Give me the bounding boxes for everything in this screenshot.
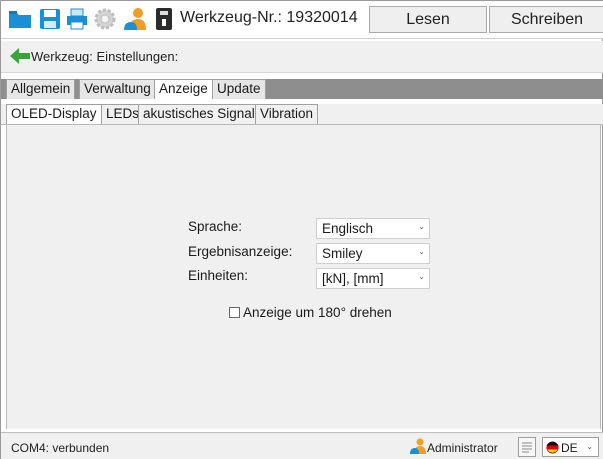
user-name[interactable]: Administrator bbox=[427, 441, 498, 455]
units-value: [kN], [mm] bbox=[322, 271, 384, 286]
result-display-value: Smiley bbox=[322, 246, 363, 261]
tab-update[interactable]: Update bbox=[212, 79, 266, 99]
user-icon[interactable] bbox=[122, 6, 148, 32]
units-select[interactable]: [kN], [mm] ⌄ bbox=[316, 268, 430, 289]
connection-status: COM4: verbunden bbox=[11, 441, 110, 455]
read-button[interactable]: Lesen bbox=[369, 6, 487, 33]
tab-oled-display[interactable]: OLED-Display bbox=[6, 104, 102, 124]
language-label: Sprache: bbox=[188, 219, 243, 234]
language-code: DE bbox=[561, 441, 578, 455]
rotate-display-checkbox[interactable] bbox=[229, 307, 240, 318]
notes-icon[interactable] bbox=[518, 437, 536, 457]
sub-tab-strip: OLED-Display LEDs akustisches Signal Vib… bbox=[1, 104, 603, 125]
main-tab-strip: Allgemein Verwaltung Anzeige Update bbox=[1, 79, 603, 99]
tab-vibration[interactable]: Vibration bbox=[255, 104, 319, 124]
tab-anzeige[interactable]: Anzeige bbox=[154, 79, 213, 99]
usb-device-icon[interactable] bbox=[151, 6, 177, 32]
chevron-down-icon: ⌄ bbox=[418, 247, 425, 256]
print-icon[interactable] bbox=[64, 6, 90, 32]
save-icon[interactable] bbox=[37, 6, 63, 32]
toolbar: Werkzeug-Nr.: 19320014 Lesen Schreiben bbox=[1, 1, 603, 39]
tool-number-label: Werkzeug-Nr.: 19320014 bbox=[180, 9, 358, 26]
breadcrumb: Werkzeug: Einstellungen: bbox=[1, 41, 603, 73]
back-arrow-icon[interactable] bbox=[9, 46, 31, 66]
chevron-down-icon: ⌄ bbox=[586, 442, 593, 451]
tab-allgemein[interactable]: Allgemein bbox=[6, 79, 76, 99]
app-window: Werkzeug-Nr.: 19320014 Lesen Schreiben W… bbox=[0, 0, 603, 459]
language-dropdown[interactable]: DE ⌄ bbox=[542, 437, 599, 457]
breadcrumb-title: Werkzeug: Einstellungen: bbox=[31, 49, 179, 64]
chevron-down-icon: ⌄ bbox=[418, 222, 425, 231]
units-label: Einheiten: bbox=[188, 268, 249, 283]
rotate-display-label[interactable]: Anzeige um 180° drehen bbox=[243, 305, 392, 320]
result-display-label: Ergebnisanzeige: bbox=[188, 244, 293, 259]
tab-verwaltung[interactable]: Verwaltung bbox=[79, 79, 156, 99]
result-display-select[interactable]: Smiley ⌄ bbox=[316, 243, 430, 264]
chevron-down-icon: ⌄ bbox=[418, 272, 425, 281]
user-icon bbox=[409, 438, 427, 454]
settings-panel bbox=[6, 125, 601, 429]
write-button[interactable]: Schreiben bbox=[489, 6, 603, 33]
language-select[interactable]: Englisch ⌄ bbox=[316, 218, 430, 239]
settings-gear-icon[interactable] bbox=[92, 6, 118, 32]
language-value: Englisch bbox=[322, 221, 374, 236]
tab-acoustic-signal[interactable]: akustisches Signal bbox=[138, 104, 260, 124]
status-bar: COM4: verbunden Administrator DE ⌄ bbox=[1, 432, 603, 459]
folder-icon[interactable] bbox=[7, 6, 33, 32]
german-flag-icon bbox=[546, 441, 559, 454]
